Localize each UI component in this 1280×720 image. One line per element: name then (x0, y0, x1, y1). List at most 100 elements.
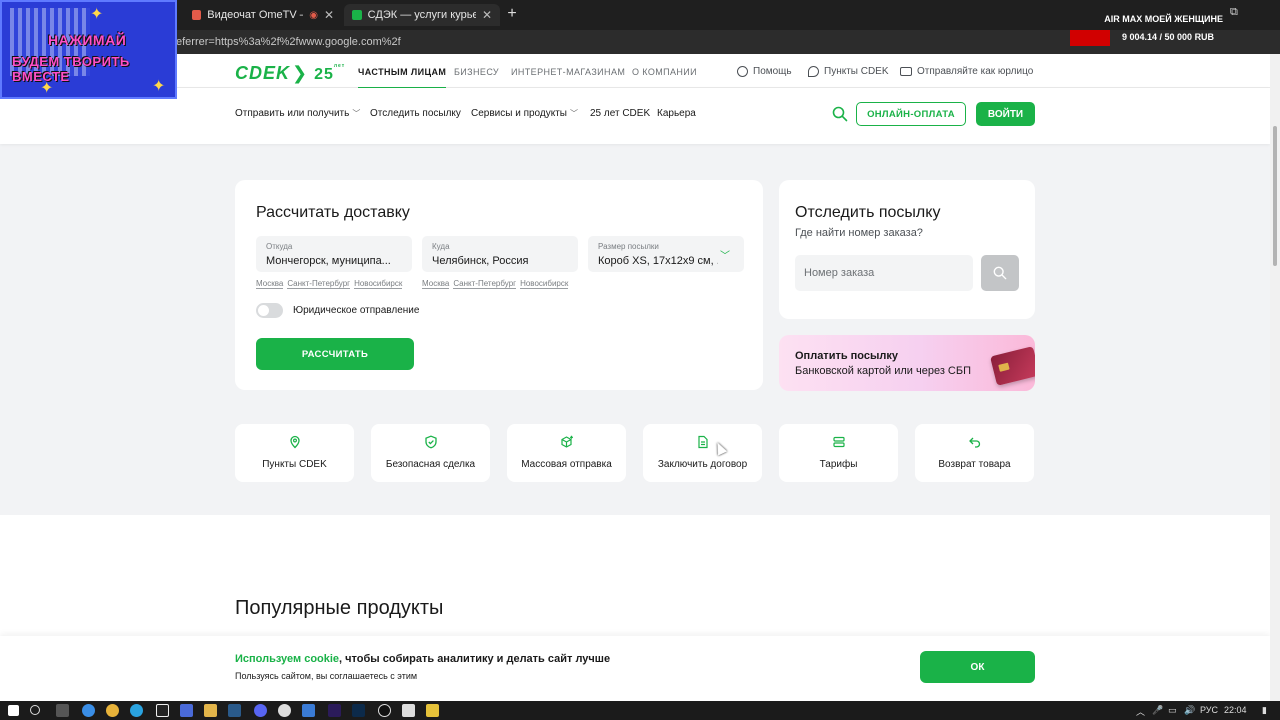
photoshop-icon[interactable] (352, 704, 365, 717)
legal-entity-link[interactable]: Отправляйте как юрлицо (900, 66, 1033, 77)
login-button[interactable]: ВОЙТИ (976, 102, 1035, 126)
legal-shipment-toggle[interactable] (256, 303, 283, 318)
cdek-page: CDEK ❯ 25лет ЧАСТНЫМ ЛИЦАМ БИЗНЕСУ ИНТЕРН… (0, 54, 1270, 701)
find-order-number-link[interactable]: Где найти номер заказа? (795, 227, 923, 239)
service-label: Пункты CDEK (262, 459, 327, 470)
logo-arrow-icon: ❯ (292, 63, 309, 83)
notifications-icon[interactable]: ▮ (1262, 705, 1267, 716)
map-pin-icon (289, 435, 300, 449)
segment-business[interactable]: БИЗНЕСУ (454, 67, 499, 77)
cookie-ok-button[interactable]: ОК (920, 651, 1035, 683)
app-icon[interactable] (180, 704, 193, 717)
app-icon[interactable] (156, 704, 169, 717)
volume-icon[interactable]: 🔊 (1184, 705, 1195, 716)
chrome-icon[interactable] (106, 704, 119, 717)
tab-title: СДЭК — услуги курьерской с (367, 9, 476, 21)
new-tab-icon[interactable]: + (504, 6, 520, 22)
nav-track[interactable]: Отследить посылку (370, 108, 461, 119)
app-icon[interactable] (426, 704, 439, 717)
order-number-input[interactable] (795, 255, 973, 291)
service-tile-bulk[interactable]: Массовая отправка (507, 424, 626, 482)
service-tile-points[interactable]: Пункты CDEK (235, 424, 354, 482)
calculate-button[interactable]: РАССЧИТАТЬ (256, 338, 414, 370)
close-tab-icon[interactable]: ✕ (482, 8, 492, 22)
page-scrollbar[interactable] (1270, 54, 1280, 701)
clock[interactable]: 22:04 (1224, 705, 1247, 715)
close-tab-icon[interactable]: ✕ (324, 8, 334, 22)
pay-subtitle: Банковской картой или через СБП (795, 365, 971, 377)
quick-city-link[interactable]: Санкт-Петербург (287, 279, 351, 289)
telegram-icon[interactable] (130, 704, 143, 717)
service-tile-contract[interactable]: Заключить договор (643, 424, 762, 482)
track-search-button[interactable] (981, 255, 1019, 291)
file-explorer-icon[interactable] (204, 704, 217, 717)
service-tile-safe-deal[interactable]: Безопасная сделка (371, 424, 490, 482)
service-tile-return[interactable]: Возврат товара (915, 424, 1034, 482)
quick-city-link[interactable]: Новосибирск (520, 279, 569, 289)
app-icon[interactable] (302, 704, 315, 717)
search-icon[interactable] (832, 106, 848, 122)
nav-services[interactable]: Сервисы и продукты ﹀ (471, 108, 578, 119)
pay-parcel-banner[interactable]: Оплатить посылку Банковской картой или ч… (779, 335, 1035, 391)
legal-shipment-label: Юридическое отправление (293, 305, 420, 316)
help-link[interactable]: Помощь (737, 66, 792, 77)
cookie-banner: Используем cookie, чтобы собирать аналит… (0, 636, 1270, 701)
cookie-link[interactable]: Используем cookie (235, 653, 339, 665)
cookie-text-rest: , чтобы собирать аналитику и делать сайт… (339, 653, 611, 665)
return-arrow-icon (968, 437, 980, 448)
service-label: Массовая отправка (521, 459, 612, 470)
quick-city-link[interactable]: Москва (422, 279, 450, 289)
online-payment-button[interactable]: ОНЛАЙН-ОПЛАТА (856, 102, 966, 126)
task-view-icon[interactable] (56, 704, 69, 717)
chevron-down-icon: ﹀ (569, 109, 578, 118)
tab-ometv[interactable]: Видеочат OmeTV — альте ◉ ✕ (184, 4, 342, 26)
calculator-title: Рассчитать доставку (256, 204, 410, 221)
goal-amount: 9 004.14 / 50 000 RUB (1122, 32, 1215, 42)
scrollbar-thumb[interactable] (1273, 126, 1277, 266)
tab-cdek[interactable]: СДЭК — услуги курьерской с ✕ (344, 4, 500, 26)
quick-city-link[interactable]: Москва (256, 279, 284, 289)
service-tile-tariffs[interactable]: Тарифы (779, 424, 898, 482)
main-navigation: Отправить или получить ﹀ Отследить посылк… (0, 88, 1270, 144)
nav-career[interactable]: Карьера (657, 108, 696, 119)
tray-chevron-up-icon[interactable]: ︿ (1136, 705, 1145, 718)
track-parcel-card: Отследить посылку Где найти номер заказа… (779, 180, 1035, 319)
app-icon[interactable] (402, 704, 415, 717)
microphone-icon[interactable]: 🎤 (1152, 705, 1163, 716)
discord-icon[interactable] (254, 704, 267, 717)
service-label: Заключить договор (657, 459, 748, 470)
nav-25-years[interactable]: 25 лет CDEK (590, 108, 650, 119)
cdek-favicon-icon (352, 10, 362, 20)
url-text: eferrer=https%3a%2f%2fwww.google.com%2f (176, 36, 401, 48)
network-icon[interactable]: ▭ (1168, 705, 1177, 716)
segment-private[interactable]: ЧАСТНЫМ ЛИЦАМ (358, 67, 447, 89)
to-value: Челябинск, Россия (432, 255, 529, 267)
question-icon (737, 66, 748, 77)
obs-icon[interactable] (378, 704, 391, 717)
premiere-icon[interactable] (328, 704, 341, 717)
to-field[interactable]: Куда Челябинск, Россия (422, 236, 578, 272)
package-size-select[interactable]: Размер посылки Короб XS, 17x12x9 см, ...… (588, 236, 744, 272)
yandex-icon[interactable] (278, 704, 291, 717)
search-icon[interactable] (30, 705, 40, 715)
language-indicator[interactable]: РУС (1200, 705, 1218, 715)
segment-about[interactable]: О КОМПАНИИ (632, 67, 697, 77)
promo-line-1: НАЖИМАЙ (48, 32, 127, 48)
nav-send-receive[interactable]: Отправить или получить ﹀ (235, 108, 360, 119)
to-label: Куда (432, 242, 450, 251)
from-field[interactable]: Откуда Мончегорск, муниципа... (256, 236, 412, 272)
points-link[interactable]: Пункты CDEK (808, 66, 889, 77)
edge-icon[interactable] (82, 704, 95, 717)
promo-line-2: БУДЕМ ТВОРИТЬ ВМЕСТЕ (12, 54, 130, 84)
segment-shops[interactable]: ИНТЕРНЕТ-МАГАЗИНАМ (511, 67, 625, 77)
to-quick-cities: Москва Санкт-Петербург Новосибирск (422, 279, 569, 289)
cookie-text: Используем cookie, чтобы собирать аналит… (235, 653, 610, 665)
tab-title: Видеочат OmeTV — альте (207, 9, 303, 21)
top-navigation: CDEK ❯ 25лет ЧАСТНЫМ ЛИЦАМ БИЗНЕСУ ИНТЕРН… (0, 54, 1270, 89)
quick-city-link[interactable]: Новосибирск (354, 279, 403, 289)
windows-start-icon[interactable] (8, 705, 19, 716)
cdek-logo[interactable]: CDEK ❯ 25лет (235, 63, 345, 84)
from-quick-cities: Москва Санкт-Петербург Новосибирск (256, 279, 403, 289)
quick-city-link[interactable]: Санкт-Петербург (453, 279, 517, 289)
steam-icon[interactable] (228, 704, 241, 717)
